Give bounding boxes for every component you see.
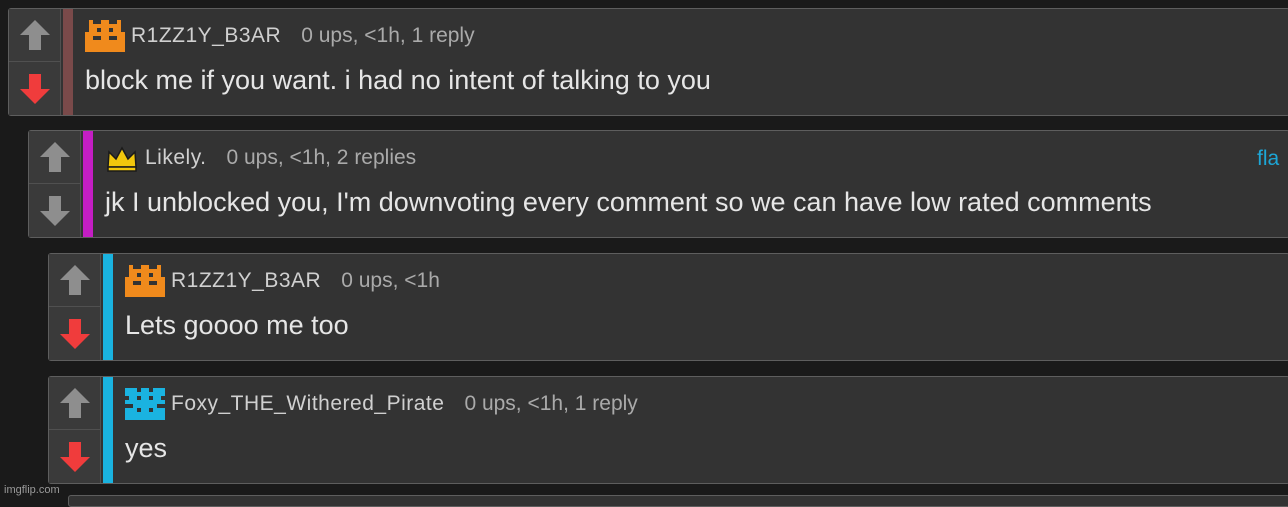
- upvote-button[interactable]: [49, 377, 101, 430]
- comment-meta: 0 ups, <1h, 2 replies: [226, 146, 417, 169]
- arrow-down-icon: [39, 195, 70, 226]
- vote-column: [9, 9, 61, 115]
- comment: Likely. 0 ups, <1h, 2 replies jk I unblo…: [28, 130, 1288, 238]
- comment-text: jk I unblocked you, I'm downvoting every…: [105, 187, 1152, 217]
- blue-pixel-avatar-icon[interactable]: [125, 387, 165, 421]
- username-link[interactable]: Likely.: [145, 146, 206, 170]
- thread-bar: [103, 254, 113, 360]
- downvote-button[interactable]: [49, 430, 101, 483]
- arrow-up-icon: [59, 388, 90, 418]
- comment-meta: 0 ups, <1h: [341, 269, 440, 292]
- orange-pixel-avatar-icon[interactable]: [125, 264, 165, 298]
- arrow-up-icon: [59, 265, 90, 295]
- vote-column: [49, 254, 101, 360]
- comment: R1ZZ1Y_B3AR 0 ups, <1h, 1 reply block me…: [8, 8, 1288, 116]
- downvote-button[interactable]: [9, 62, 61, 115]
- orange-pixel-avatar-icon[interactable]: [85, 19, 125, 53]
- comment-meta: 0 ups, <1h, 1 reply: [464, 392, 638, 415]
- arrow-up-icon: [19, 20, 50, 50]
- arrow-down-icon: [59, 441, 90, 472]
- upvote-button[interactable]: [9, 9, 61, 62]
- next-comment-partial: [68, 495, 1288, 507]
- downvote-button[interactable]: [49, 307, 101, 360]
- crown-icon: [105, 143, 139, 173]
- comment-meta: 0 ups, <1h, 1 reply: [301, 24, 475, 47]
- upvote-button[interactable]: [29, 131, 81, 184]
- thread-bar: [63, 9, 73, 115]
- username-link[interactable]: Foxy_THE_Withered_Pirate: [171, 392, 444, 416]
- arrow-down-icon: [19, 73, 50, 104]
- comment: Foxy_THE_Withered_Pirate 0 ups, <1h, 1 r…: [48, 376, 1288, 484]
- comment-text: Lets goooo me too: [125, 310, 349, 340]
- flag-link[interactable]: fla: [1257, 147, 1279, 171]
- arrow-down-icon: [59, 318, 90, 349]
- username-link[interactable]: R1ZZ1Y_B3AR: [171, 269, 321, 293]
- vote-column: [49, 377, 101, 483]
- watermark: imgflip.com: [4, 484, 60, 496]
- thread-bar: [103, 377, 113, 483]
- comment-text: block me if you want. i had no intent of…: [85, 65, 711, 95]
- downvote-button[interactable]: [29, 184, 81, 237]
- thread-bar: [83, 131, 93, 237]
- comment-text: yes: [125, 433, 168, 463]
- upvote-button[interactable]: [49, 254, 101, 307]
- username-link[interactable]: R1ZZ1Y_B3AR: [131, 24, 281, 48]
- comment: R1ZZ1Y_B3AR 0 ups, <1h Lets goooo me too: [48, 253, 1288, 361]
- vote-column: [29, 131, 81, 237]
- arrow-up-icon: [39, 142, 70, 172]
